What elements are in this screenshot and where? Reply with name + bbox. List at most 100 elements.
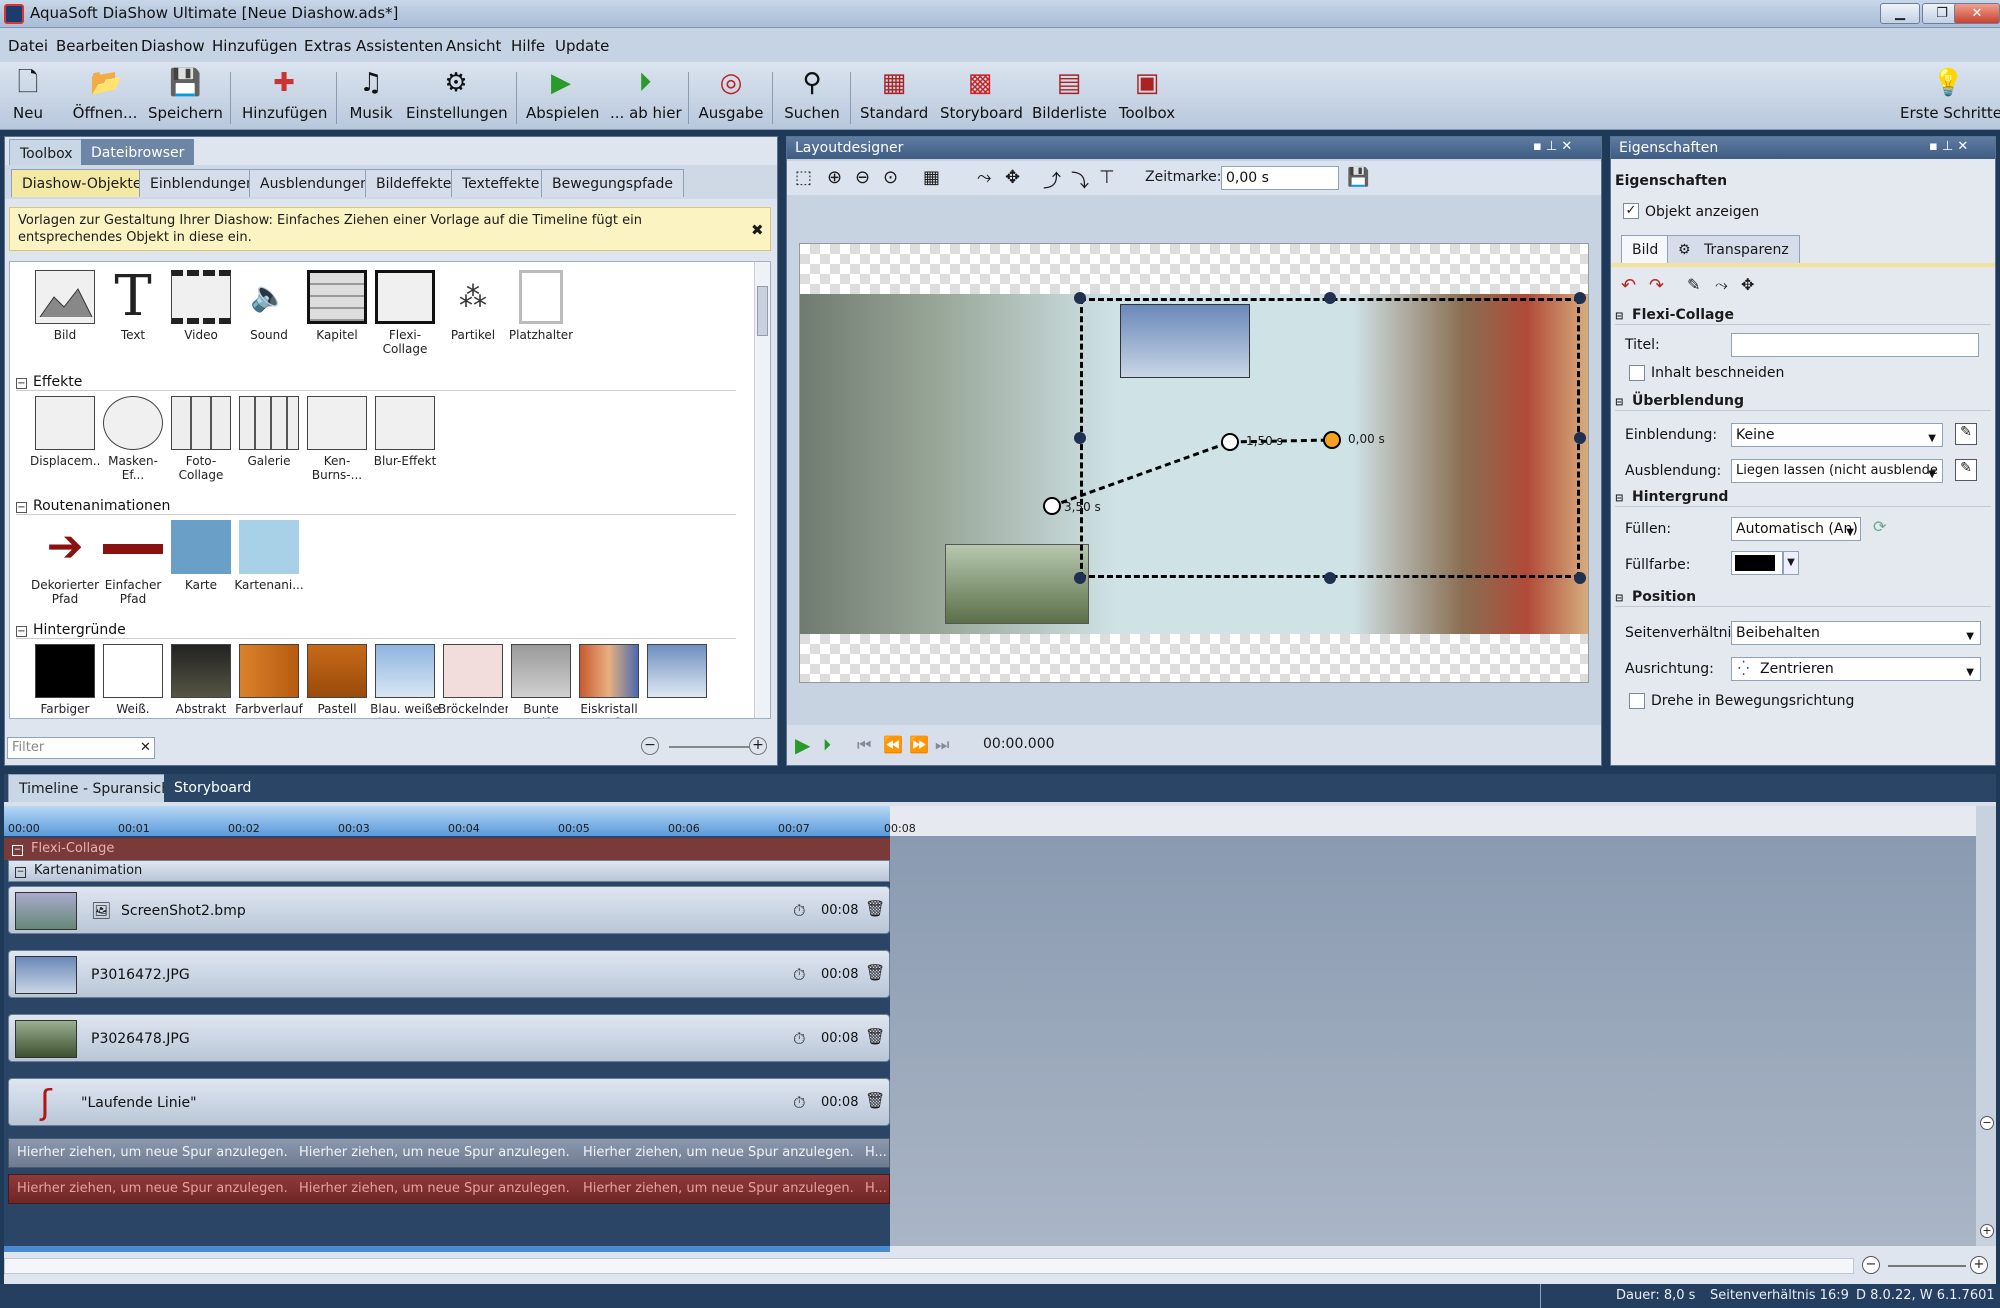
zoom-out-icon[interactable]: ⊖ (855, 167, 870, 188)
bg-weiss[interactable]: Weiß. (98, 644, 168, 718)
menu-diashow[interactable]: Diashow (141, 37, 205, 55)
track-laufende-linie[interactable]: ʃ "Laufende Linie" ⏱ 00:08 🗑 (8, 1078, 890, 1126)
toolbox-scrollbar[interactable] (754, 262, 770, 718)
play-from-here-icon[interactable]: ⏵ (823, 735, 831, 755)
obj-sound[interactable]: 🔈〰Sound (234, 270, 304, 358)
edit-transition-icon[interactable]: ✎ (1955, 459, 1977, 481)
tab-transparenz[interactable]: ⚙ Transparenz (1667, 235, 1800, 263)
drop-zone-flexi-collage[interactable]: Hierher ziehen, um neue Spur anzulegen. … (8, 1174, 890, 1204)
titel-input[interactable] (1731, 333, 1979, 357)
group-flexi-collage-track[interactable]: − Flexi-Collage (4, 838, 890, 860)
subtab-einblendungen[interactable]: Einblendungen (139, 169, 266, 197)
inhalt-beschneiden-checkbox[interactable] (1629, 365, 1645, 381)
delete-icon[interactable]: 🗑 (865, 1091, 885, 1110)
oeffnen-button[interactable]: 📂 Öffnen... (70, 68, 140, 128)
select-icon[interactable]: ⬚ (795, 167, 812, 188)
menu-extras[interactable]: Extras (304, 37, 351, 55)
ausblendung-select[interactable]: Liegen lassen (nicht ausblende (1731, 459, 1943, 483)
bg-blumenvase[interactable]: Bröckelnder (438, 644, 508, 718)
track-screenshot2[interactable]: 🖼 ScreenShot2.bmp ⏱ 00:08 🗑 (8, 886, 890, 934)
fuellen-select[interactable]: Automatisch (An) (1731, 517, 1861, 544)
section-hintergruende[interactable]: − Hintergründe (16, 622, 736, 639)
delete-icon[interactable]: 🗑 (865, 899, 885, 918)
subtab-ausblendungen[interactable]: Ausblendungen (249, 169, 381, 197)
zoom-fit-icon[interactable]: ⊙ (883, 167, 898, 188)
obj-partikel[interactable]: ⁂ Partikel (438, 270, 508, 358)
play-icon[interactable]: ▶ (795, 733, 810, 757)
group-position[interactable]: ⊟ Position (1615, 587, 1991, 607)
obj-text[interactable]: T Text (98, 270, 168, 358)
timeline-zoom-in-button[interactable]: + (1970, 1256, 1988, 1274)
route-einfach[interactable]: Einfacher Pfad (98, 520, 168, 608)
group-kartenanimation-track[interactable]: − Kartenanimation (8, 860, 890, 882)
bg-farbiger[interactable]: Farbiger (30, 644, 100, 718)
drop-zone-kartenanimation[interactable]: Hierher ziehen, um neue Spur anzulegen. … (8, 1138, 890, 1168)
effekt-displacement[interactable]: Displacem... (30, 396, 100, 484)
effekt-blur[interactable]: Blur-Effekt (370, 396, 440, 484)
panel-pin-icons[interactable]: ▪ ⊥ ✕ (1929, 139, 1968, 154)
menu-assistenten[interactable]: Assistenten (356, 37, 443, 55)
obj-bild[interactable]: Bild (30, 270, 100, 358)
filter-clear-icon[interactable]: ✕ (140, 740, 151, 755)
panel-pin-icons[interactable]: ▪ ⊥ ✕ (1533, 139, 1572, 154)
fuellfarbe-picker[interactable] (1731, 551, 1783, 575)
zoom-slider[interactable] (669, 746, 749, 748)
bg-abstrakt[interactable]: Abstrakt (166, 644, 236, 718)
zeitmarke-input[interactable]: 0,00 s (1221, 166, 1339, 190)
tab-storyboard[interactable]: Storyboard (164, 774, 262, 802)
menu-update[interactable]: Update (555, 37, 609, 55)
standard-button[interactable]: ▦ Standard (860, 68, 928, 128)
grid-icon[interactable]: ▦ (923, 167, 940, 188)
seitenverhaeltnis-select[interactable]: Beibehalten (1731, 621, 1981, 648)
track-p3026478[interactable]: P3026478.JPG ⏱ 00:08 🗑 (8, 1014, 890, 1062)
layout-canvas[interactable]: 1,50 s 0,00 s 3,50 s (799, 243, 1589, 683)
zoom-in-button[interactable]: + (749, 737, 767, 755)
timeline-vzoom-out[interactable]: − (1980, 1116, 1994, 1130)
obj-flexi-collage[interactable]: Flexi-Collage (370, 270, 440, 358)
remove-point-icon[interactable]: ⤵ (1071, 167, 1089, 193)
suchen-button[interactable]: ⚲ Suchen (782, 68, 842, 128)
obj-video[interactable]: Video (166, 270, 236, 358)
einblendung-select[interactable]: Keine (1731, 423, 1943, 450)
timeline-hscroll[interactable] (4, 1258, 1854, 1274)
effekt-galerie[interactable]: Galerie (234, 396, 304, 484)
objekt-anzeigen-checkbox[interactable]: ✓ (1623, 203, 1639, 219)
save-time-icon[interactable]: 💾 (1347, 167, 1369, 188)
motion-path[interactable] (800, 244, 1589, 683)
bg-blau[interactable]: Blau. weiße Blumenvase. (370, 644, 440, 718)
ausgabe-button[interactable]: ◎ Ausgabe (698, 68, 764, 128)
route-kartenanimation[interactable]: Kartenani... (234, 520, 304, 608)
erste-schritte-button[interactable]: 💡 Erste Schritte (1900, 68, 2000, 128)
route-dekoriert[interactable]: ➔ Dekorierter Pfad (30, 520, 100, 608)
menu-bearbeiten[interactable]: Bearbeiten (56, 37, 138, 55)
track-p3016472[interactable]: P3016472.JPG ⏱ 00:08 🗑 (8, 950, 890, 998)
path-icon[interactable]: ⤳ (977, 167, 991, 188)
tab-dateibrowser[interactable]: Dateibrowser (81, 139, 195, 165)
obj-platzhalter[interactable]: Platzhalter (506, 270, 576, 358)
delete-icon[interactable]: 🗑 (865, 963, 885, 982)
abhier-button[interactable]: ⏵... ab hier (610, 68, 682, 128)
abspielen-button[interactable]: ▶ Abspielen (526, 68, 599, 128)
refresh-icon[interactable]: ⟳ (1873, 517, 1886, 536)
toolbox-button[interactable]: ▣ Toolbox (1114, 68, 1180, 128)
drehe-checkbox[interactable] (1629, 693, 1645, 709)
tab-bild[interactable]: Bild (1621, 235, 1670, 263)
menu-hilfe[interactable]: Hilfe (511, 37, 545, 55)
move-icon[interactable]: ✥ (1005, 167, 1020, 188)
effekt-masken[interactable]: Masken-Ef... (98, 396, 168, 484)
storyboard-button[interactable]: ▩ Storyboard (940, 68, 1023, 128)
hinzufuegen-button[interactable]: ✚ Hinzufügen (242, 68, 327, 128)
subtab-bildeffekte[interactable]: Bildeffekte (365, 169, 463, 197)
musik-button[interactable]: ♫ Musik (346, 68, 396, 128)
menu-hinzufuegen[interactable]: Hinzufügen (212, 37, 297, 55)
prev-frame-icon[interactable]: ⏪ (883, 735, 903, 754)
tab-toolbox[interactable]: Toolbox (9, 139, 84, 165)
move-icon[interactable]: ✥ (1741, 275, 1754, 294)
bg-pastell[interactable]: Pastell (302, 644, 372, 718)
effekt-ken-burns[interactable]: Ken-Burns-... (302, 396, 372, 484)
path-icon[interactable]: ⤳ (1715, 275, 1728, 295)
close-button[interactable]: ✕ (1954, 3, 2000, 24)
bilderliste-button[interactable]: ▤ Bilderliste (1032, 68, 1107, 128)
bg-bunte-streifen[interactable]: Eiskristall auf (574, 644, 644, 718)
redo-icon[interactable]: ↷ (1649, 275, 1664, 296)
